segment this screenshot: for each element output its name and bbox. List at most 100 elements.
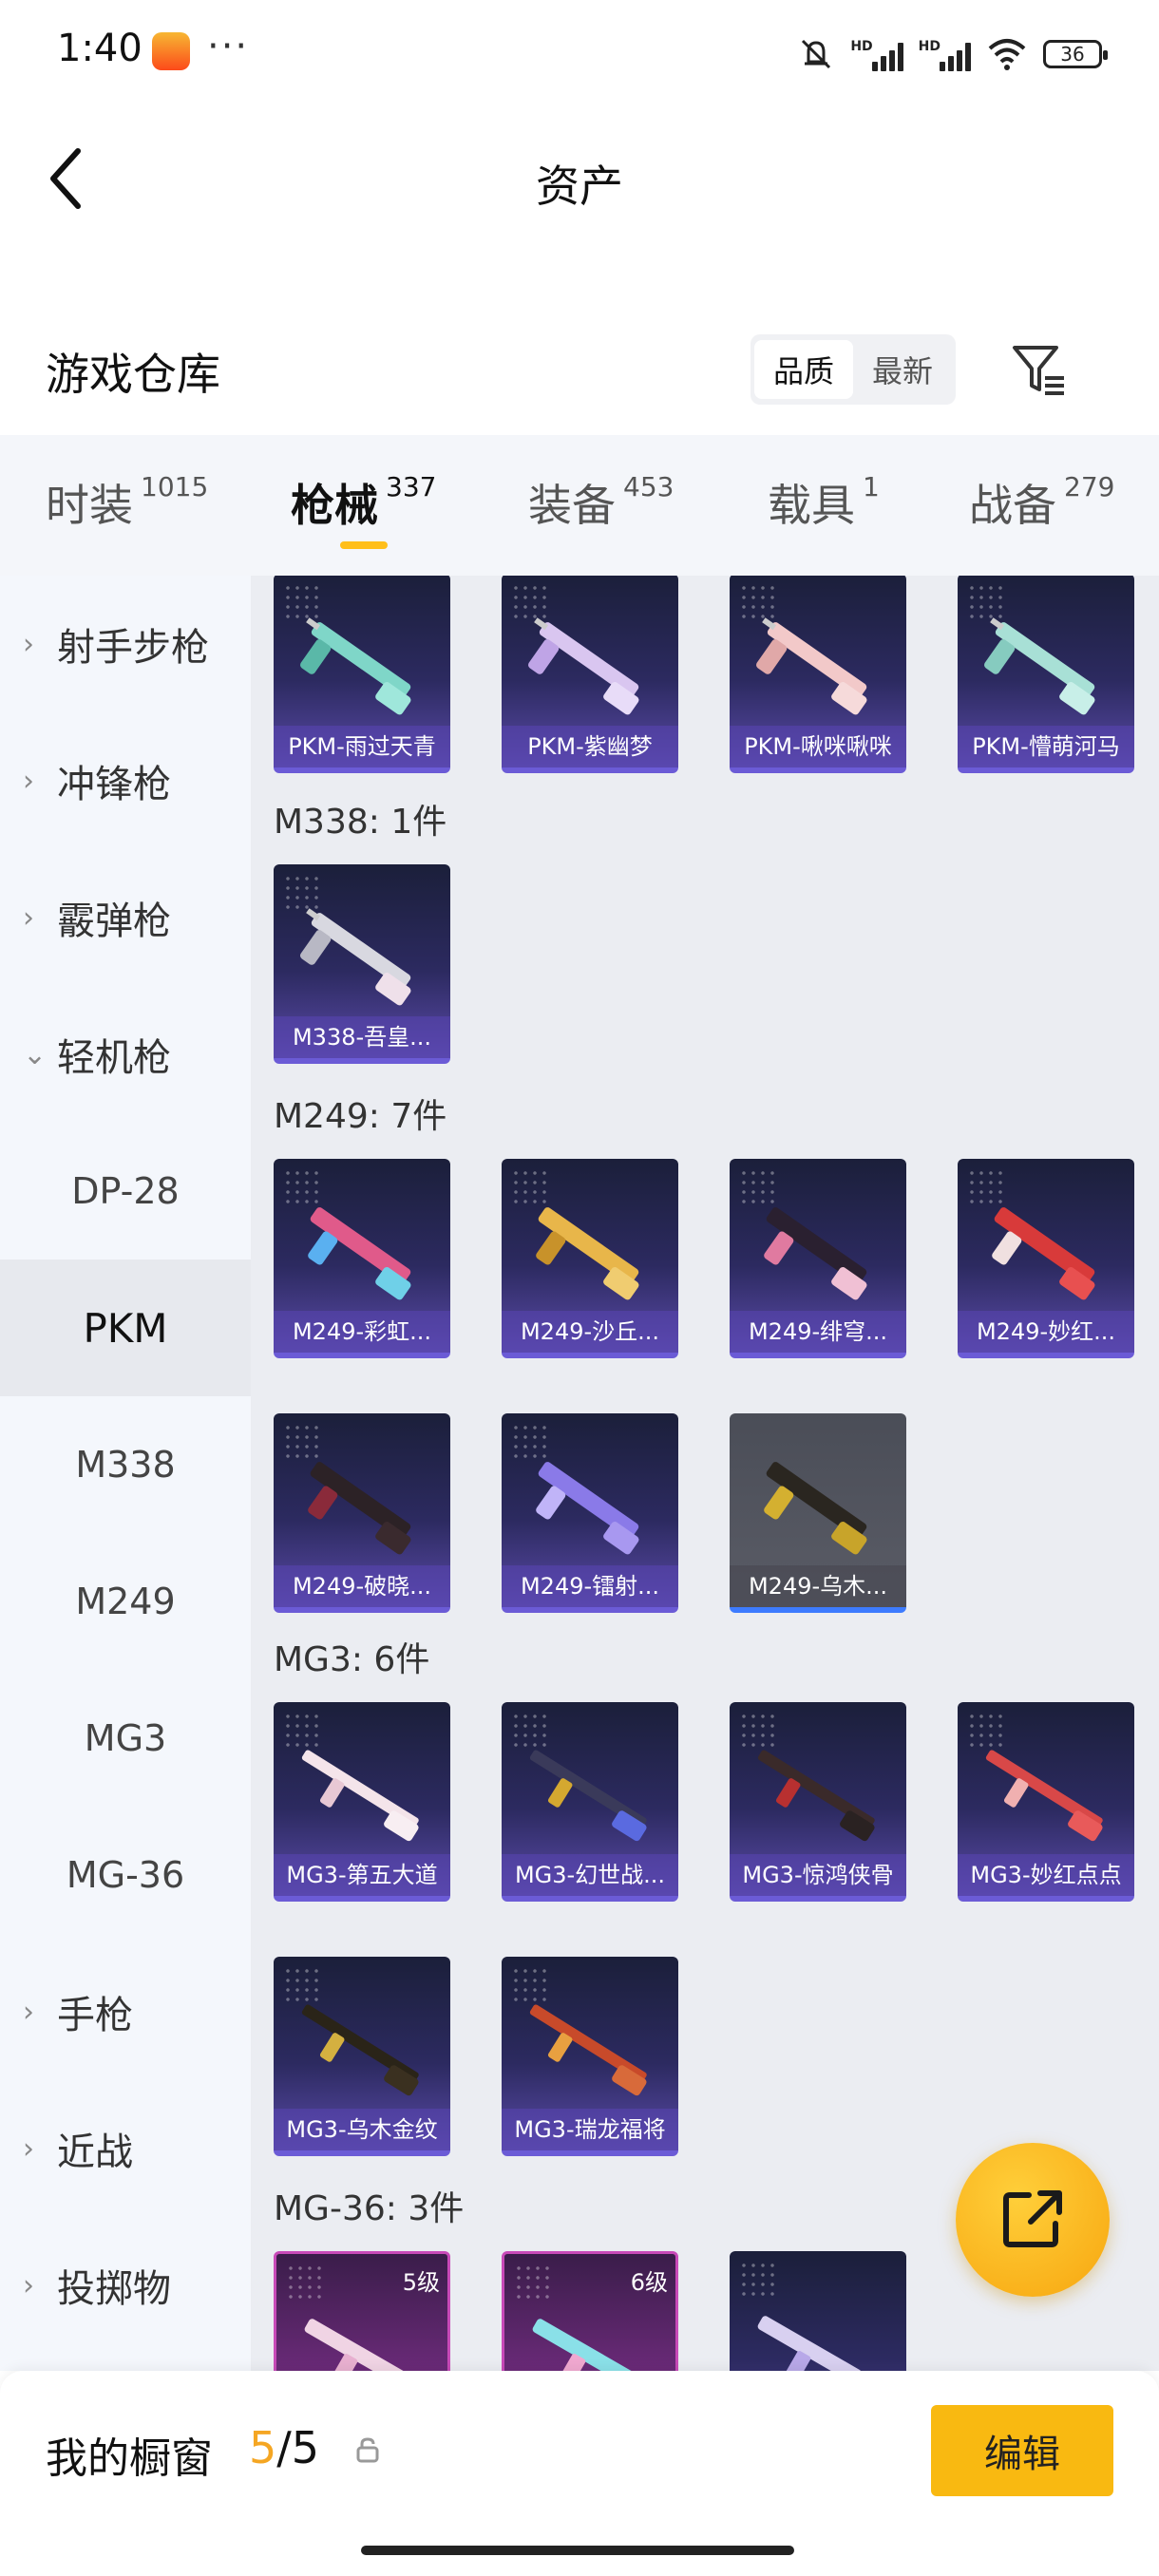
mg3-skin-image bbox=[529, 2004, 647, 2096]
skin-name: MG3-妙红点点 bbox=[958, 1854, 1134, 1896]
signal-icon: HD bbox=[850, 37, 903, 71]
skin-card[interactable]: 5级 bbox=[274, 2251, 450, 2371]
skin-name: M338-吾皇... bbox=[274, 1016, 450, 1058]
skin-name: MG3-瑞龙福将 bbox=[502, 2109, 678, 2150]
skin-card[interactable]: MG3-第五大道 bbox=[274, 1702, 450, 1902]
group-label-mg3: MG3: 6件 bbox=[274, 1640, 430, 1679]
sidebar-item-marksman-rifle[interactable]: › 射手步枪 bbox=[0, 576, 251, 712]
mg3-skin-image bbox=[301, 1750, 419, 1842]
home-indicator[interactable] bbox=[361, 2546, 794, 2555]
skin-name: M249-乌木... bbox=[730, 1565, 906, 1607]
status-time: 1:40 bbox=[57, 27, 142, 70]
skin-card[interactable]: M249-镭射... bbox=[502, 1413, 678, 1613]
tab-vehicles[interactable]: 载具 1 bbox=[768, 471, 880, 534]
active-tab-indicator bbox=[340, 541, 388, 549]
sidebar-item-dp28[interactable]: DP-28 bbox=[0, 1123, 251, 1260]
skin-card[interactable]: M249-绯穹... bbox=[730, 1159, 906, 1358]
skin-card[interactable]: 6级 bbox=[502, 2251, 678, 2371]
mg3-skin-image bbox=[529, 1750, 647, 1842]
skin-name: M249-沙丘... bbox=[502, 1311, 678, 1353]
skin-card[interactable]: PKM-啾咪啾咪 bbox=[730, 576, 906, 773]
skin-card[interactable]: PKM-雨过天青 bbox=[274, 576, 450, 773]
chevron-right-icon: › bbox=[23, 627, 34, 661]
skin-card[interactable] bbox=[730, 2251, 906, 2371]
sidebar-item-throwable[interactable]: › 投掷物 bbox=[0, 2217, 251, 2354]
skin-card[interactable]: M249-妙红... bbox=[958, 1159, 1134, 1358]
skin-card[interactable]: MG3-惊鸿侠骨 bbox=[730, 1702, 906, 1902]
skin-card[interactable]: MG3-幻世战... bbox=[502, 1702, 678, 1902]
weapon-type-sidebar: › 射手步枪 › 冲锋枪 › 霰弹枪 ⌄ 轻机枪 DP-28 PKM M338 M249… bbox=[0, 576, 251, 2371]
chevron-right-icon: › bbox=[23, 2131, 34, 2166]
sidebar-item-smg[interactable]: › 冲锋枪 bbox=[0, 712, 251, 849]
edit-button[interactable]: 编辑 bbox=[931, 2405, 1113, 2496]
signal-icon-2: HD bbox=[919, 37, 971, 71]
skin-card[interactable]: M338-吾皇... bbox=[274, 864, 450, 1064]
skin-name: M249-破晓... bbox=[274, 1565, 450, 1607]
sidebar-item-melee[interactable]: › 近战 bbox=[0, 2080, 251, 2217]
mg36-skin-image bbox=[532, 2319, 636, 2371]
skin-name: MG3-惊鸿侠骨 bbox=[730, 1854, 906, 1896]
app-notification-icon bbox=[152, 32, 190, 70]
lmg-skin-image bbox=[308, 1207, 411, 1300]
wifi-icon bbox=[988, 39, 1026, 70]
skin-card[interactable]: PKM-紫幽梦 bbox=[502, 576, 678, 773]
sidebar-item-mg36[interactable]: MG-36 bbox=[0, 1807, 251, 1943]
sort-newest-button[interactable]: 最新 bbox=[853, 340, 952, 399]
app-header: 资产 bbox=[0, 104, 1159, 247]
sidebar-item-mg3[interactable]: MG3 bbox=[0, 1670, 251, 1807]
sidebar-item-pistol[interactable]: › 手枪 bbox=[0, 1943, 251, 2080]
skin-card[interactable]: M249-沙丘... bbox=[502, 1159, 678, 1358]
skin-card[interactable]: M249-彩虹... bbox=[274, 1159, 450, 1358]
skin-name: MG3-乌木金纹 bbox=[274, 2109, 450, 2150]
mg3-skin-image bbox=[757, 1750, 875, 1842]
skin-card[interactable]: M249-破晓... bbox=[274, 1413, 450, 1613]
skin-card[interactable]: MG3-乌木金纹 bbox=[274, 1957, 450, 2156]
chevron-right-icon: › bbox=[23, 2268, 34, 2302]
lmg-skin-image bbox=[300, 617, 411, 715]
skin-card[interactable]: M249-乌木... bbox=[730, 1413, 906, 1613]
battery-icon: 36 bbox=[1043, 40, 1108, 68]
skin-name: M249-妙红... bbox=[958, 1311, 1134, 1353]
skin-card[interactable]: MG3-瑞龙福将 bbox=[502, 1957, 678, 2156]
skin-card[interactable]: MG3-妙红点点 bbox=[958, 1702, 1134, 1902]
category-tabs: 时装 1015 枪械 337 装备 453 载具 1 战备 279 bbox=[0, 435, 1159, 576]
lock-icon bbox=[356, 2437, 379, 2463]
lmg-skin-image bbox=[536, 1207, 639, 1300]
tab-fashion[interactable]: 时装 1015 bbox=[46, 471, 208, 534]
lmg-skin-image bbox=[764, 1462, 867, 1555]
more-notifications-icon: ··· bbox=[207, 25, 250, 68]
filter-button[interactable] bbox=[1007, 338, 1070, 401]
sidebar-item-m338[interactable]: M338 bbox=[0, 1396, 251, 1533]
skin-name: MG3-第五大道 bbox=[274, 1854, 450, 1896]
mg36-skin-image bbox=[757, 2316, 862, 2371]
section-title: 游戏仓库 bbox=[46, 349, 220, 400]
share-export-icon bbox=[1003, 2190, 1062, 2247]
tab-supplies[interactable]: 战备 279 bbox=[969, 471, 1114, 534]
skin-card[interactable]: PKM-懵萌河马 bbox=[958, 576, 1134, 773]
sidebar-item-lmg[interactable]: ⌄ 轻机枪 bbox=[0, 986, 251, 1123]
lmg-skin-image bbox=[992, 1207, 1095, 1300]
showcase-count: 5/5 bbox=[249, 2422, 320, 2473]
lmg-skin-image bbox=[308, 1462, 411, 1555]
tab-equipment[interactable]: 装备 453 bbox=[528, 471, 674, 534]
showcase-label: 我的橱窗 bbox=[46, 2434, 213, 2483]
lmg-skin-image bbox=[764, 1207, 867, 1300]
sidebar-item-m249[interactable]: M249 bbox=[0, 1533, 251, 1670]
tab-guns[interactable]: 枪械 337 bbox=[291, 471, 436, 534]
mute-icon bbox=[802, 39, 831, 69]
skin-name: M249-彩虹... bbox=[274, 1311, 450, 1353]
skin-name: M249-绯穹... bbox=[730, 1311, 906, 1353]
mg36-skin-image bbox=[304, 2319, 408, 2371]
sort-quality-button[interactable]: 品质 bbox=[754, 340, 853, 399]
sidebar-item-shotgun[interactable]: › 霰弹枪 bbox=[0, 849, 251, 986]
weapon-skin-grid: PKM-雨过天青 PKM-紫幽梦 PKM-啾咪啾咪 PKM-懵萌河马 M338:… bbox=[251, 576, 1159, 2371]
filter-icon bbox=[1013, 346, 1064, 395]
warehouse-header: 游戏仓库 品质 最新 bbox=[0, 313, 1159, 427]
sort-toggle: 品质 最新 bbox=[750, 334, 956, 405]
status-bar: 1:40 ··· HD HD 36 bbox=[0, 0, 1159, 104]
share-button[interactable] bbox=[956, 2143, 1110, 2297]
chevron-right-icon: › bbox=[23, 900, 34, 935]
skin-name: PKM-啾咪啾咪 bbox=[730, 726, 906, 767]
status-icons: HD HD 36 bbox=[797, 30, 1108, 78]
sidebar-item-pkm[interactable]: PKM bbox=[0, 1260, 251, 1396]
